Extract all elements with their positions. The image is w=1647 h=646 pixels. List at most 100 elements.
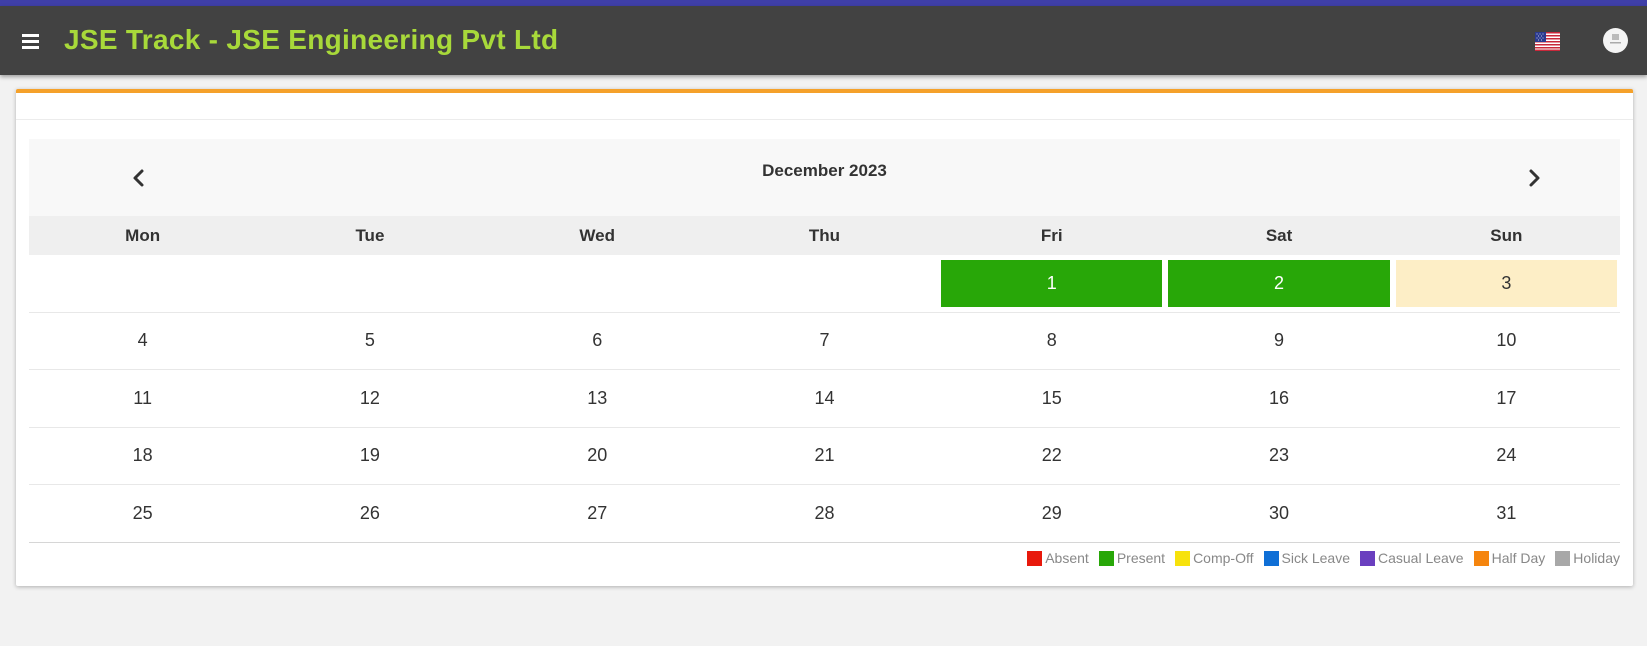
hamburger-menu-icon[interactable] <box>19 31 43 51</box>
day-number: 24 <box>1496 445 1517 466</box>
day-number: 1 <box>941 260 1163 307</box>
legend-item: Holiday <box>1555 550 1620 566</box>
day-number: 4 <box>137 330 148 351</box>
legend-label: Present <box>1116 550 1166 566</box>
calendar-day <box>711 255 938 312</box>
day-number: 23 <box>1269 445 1290 466</box>
us-flag-icon[interactable] <box>1535 32 1560 51</box>
day-number: 7 <box>819 330 830 351</box>
day-number: 19 <box>359 445 380 466</box>
calendar-day[interactable]: 11 <box>29 370 256 427</box>
calendar-day[interactable]: 2 <box>1165 255 1392 312</box>
calendar-day[interactable]: 6 <box>484 313 711 370</box>
legend-item: Half Day <box>1473 550 1545 566</box>
day-number: 25 <box>132 502 153 523</box>
calendar-day[interactable]: 23 <box>1165 428 1392 485</box>
calendar-day[interactable]: 18 <box>29 428 256 485</box>
calendar-day[interactable]: 28 <box>711 485 938 542</box>
legend-item: Casual Leave <box>1359 550 1464 566</box>
day-number: 26 <box>359 502 380 523</box>
attendance-calendar-card: December 2023 Mon Tue Wed Thu Fri Sat Su… <box>16 89 1633 586</box>
weekday-label: Wed <box>579 226 615 245</box>
day-number: 18 <box>132 445 153 466</box>
calendar-day[interactable]: 29 <box>938 485 1165 542</box>
calendar-day[interactable]: 27 <box>484 485 711 542</box>
calendar-day[interactable]: 4 <box>29 313 256 370</box>
calendar-day[interactable]: 3 <box>1393 255 1620 312</box>
calendar-day[interactable]: 9 <box>1165 313 1392 370</box>
legend-swatch <box>1263 550 1279 566</box>
day-number: 11 <box>133 387 152 408</box>
legend-item: Sick Leave <box>1263 550 1350 566</box>
legend-label: Holiday <box>1573 550 1620 566</box>
calendar-header: December 2023 <box>29 139 1620 216</box>
calendar-day[interactable]: 26 <box>256 485 483 542</box>
legend-label: Sick Leave <box>1281 550 1350 566</box>
next-month-icon[interactable] <box>1519 163 1549 193</box>
user-avatar[interactable] <box>1603 28 1628 53</box>
calendar-week-row: 25 26 27 28 29 30 31 <box>29 485 1620 543</box>
day-number: 6 <box>592 330 603 351</box>
legend-swatch <box>1359 550 1375 566</box>
legend-swatch <box>1098 550 1114 566</box>
calendar-day[interactable]: 30 <box>1165 485 1392 542</box>
day-number: 31 <box>1496 502 1517 523</box>
calendar-day[interactable]: 14 <box>711 370 938 427</box>
day-number: 8 <box>1046 330 1057 351</box>
day-number: 12 <box>359 387 380 408</box>
calendar-day[interactable]: 16 <box>1165 370 1392 427</box>
calendar-day[interactable]: 12 <box>256 370 483 427</box>
day-number: 21 <box>814 445 835 466</box>
legend-label: Casual Leave <box>1377 550 1464 566</box>
calendar-day[interactable]: 22 <box>938 428 1165 485</box>
weekday-label: Mon <box>125 226 161 245</box>
day-number: 30 <box>1269 502 1290 523</box>
calendar-day[interactable]: 5 <box>256 313 483 370</box>
calendar-week-row: 123 <box>29 255 1620 313</box>
calendar-week-row: 11 12 13 14 15 16 17 <box>29 370 1620 428</box>
weekday-label: Sat <box>1265 226 1293 245</box>
calendar-day[interactable]: 8 <box>938 313 1165 370</box>
day-number: 22 <box>1041 445 1062 466</box>
calendar-day[interactable]: 15 <box>938 370 1165 427</box>
status-legend: Absent Present Comp-Off Sick Leave Casual Le… <box>1027 550 1620 566</box>
legend-item: Present <box>1098 550 1166 566</box>
calendar-day[interactable]: 19 <box>256 428 483 485</box>
calendar-day[interactable]: 21 <box>711 428 938 485</box>
day-number <box>487 260 708 307</box>
legend-swatch <box>1473 550 1489 566</box>
day-number: 3 <box>1395 260 1617 307</box>
day-number: 20 <box>587 445 608 466</box>
day-number: 13 <box>587 387 608 408</box>
calendar-day[interactable]: 7 <box>711 313 938 370</box>
legend-label: Comp-Off <box>1193 550 1254 566</box>
calendar-day[interactable]: 31 <box>1393 485 1620 542</box>
calendar-day[interactable]: 17 <box>1393 370 1620 427</box>
weekday-label: Fri <box>1040 226 1063 245</box>
day-number: 5 <box>364 330 375 351</box>
calendar-day <box>484 255 711 312</box>
calendar-day[interactable]: 1 <box>938 255 1165 312</box>
calendar-day[interactable]: 24 <box>1393 428 1620 485</box>
day-number: 2 <box>1168 260 1390 307</box>
legend-item: Absent <box>1027 550 1089 566</box>
weekday-label: Sun <box>1490 226 1523 245</box>
calendar-grid: 1 2 3 4 5 6 7 8 9 10 11 12 13 14 15 16 17 18 19 20 21 22 23 24 2… <box>29 255 1620 543</box>
calendar-day[interactable]: 10 <box>1393 313 1620 370</box>
calendar-day[interactable]: 20 <box>484 428 711 485</box>
legend-item: Comp-Off <box>1175 550 1254 566</box>
month-title: December 2023 <box>762 161 887 180</box>
weekday-label: Thu <box>808 226 841 245</box>
legend-swatch <box>1175 550 1191 566</box>
day-number <box>32 260 253 307</box>
legend-swatch <box>1555 550 1571 566</box>
card-header <box>16 93 1633 120</box>
day-number: 27 <box>587 502 608 523</box>
app-title: JSE Track - JSE Engineering Pvt Ltd <box>64 24 559 55</box>
day-number: 28 <box>814 502 835 523</box>
calendar-day[interactable]: 13 <box>484 370 711 427</box>
calendar-day[interactable]: 25 <box>29 485 256 542</box>
day-number: 10 <box>1496 330 1517 351</box>
day-number <box>714 260 935 307</box>
day-number: 29 <box>1041 502 1062 523</box>
